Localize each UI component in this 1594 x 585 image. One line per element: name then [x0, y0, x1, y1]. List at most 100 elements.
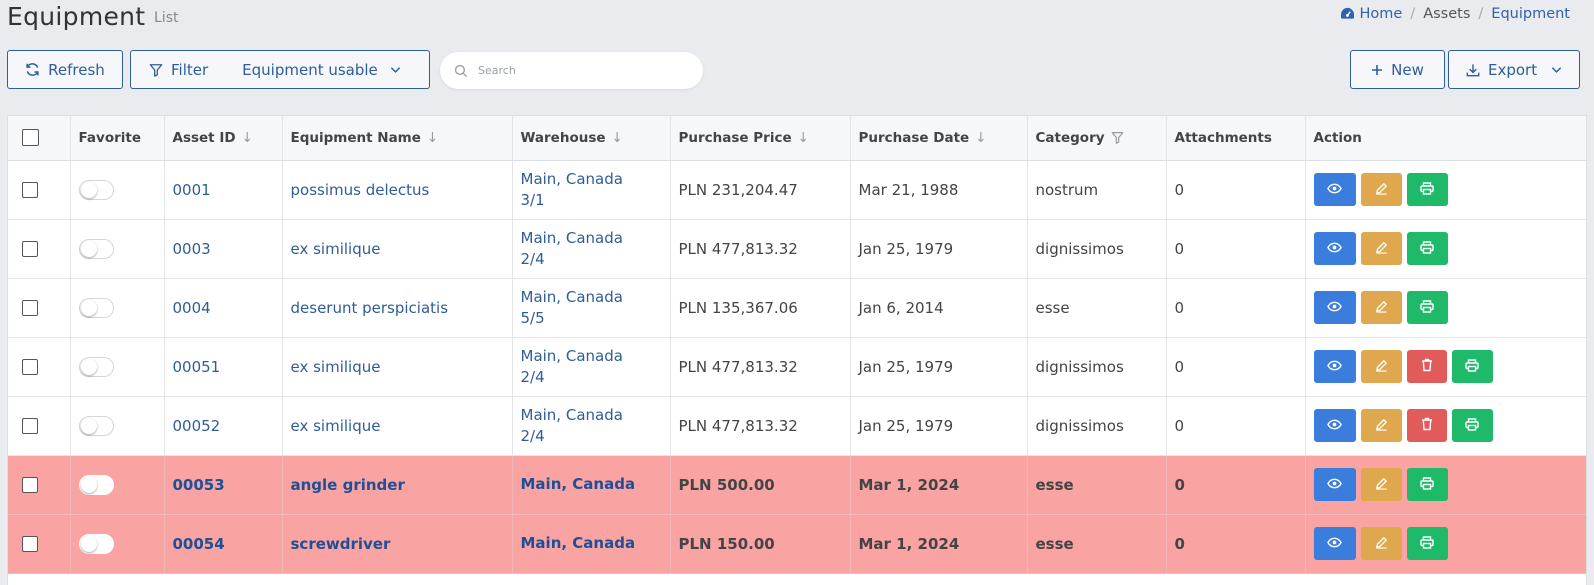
eye-icon [1327, 536, 1342, 551]
asset-id-link[interactable]: 00051 [173, 358, 221, 376]
asset-id-link[interactable]: 0003 [173, 240, 211, 258]
edit-button[interactable] [1360, 409, 1402, 442]
view-button[interactable] [1313, 527, 1356, 560]
favorite-toggle[interactable] [78, 474, 114, 495]
select-cell [8, 278, 71, 338]
sort-arrow-icon[interactable]: ↓ [975, 130, 986, 146]
table-row[interactable]: 0004 deserunt perspiciatis Main, Canada 5/5… [8, 278, 1586, 338]
favorite-toggle[interactable] [78, 179, 114, 200]
favorite-toggle[interactable] [78, 238, 114, 259]
edit-button[interactable] [1360, 291, 1402, 324]
column-action: Action [1305, 116, 1586, 161]
print-button[interactable] [1406, 173, 1448, 206]
equipment-name-link[interactable]: ex similique [291, 417, 381, 435]
warehouse-link[interactable]: Main, Canada [521, 533, 670, 554]
row-checkbox[interactable] [22, 359, 38, 375]
sort-arrow-icon[interactable]: ↓ [242, 130, 253, 146]
column-purchase-date[interactable]: Purchase Date ↓ [850, 116, 1028, 161]
table-row[interactable]: 0001 possimus delectus Main, Canada 3/1 PLN … [8, 160, 1586, 220]
view-button[interactable] [1313, 409, 1356, 442]
table-row[interactable]: 00051 ex similique Main, Canada 2/4 PLN 477,… [8, 337, 1586, 397]
table-row[interactable]: 00053 angle grinder Main, Canada PLN 500.00… [8, 455, 1586, 515]
warehouse-link[interactable]: Main, Canada 2/4 [521, 228, 670, 270]
favorite-toggle[interactable] [78, 533, 114, 554]
asset-id-link[interactable]: 00054 [173, 535, 225, 553]
row-checkbox[interactable] [22, 536, 38, 552]
equipment-name-link[interactable]: ex similique [291, 240, 381, 258]
table-row[interactable]: 00052 ex similique Main, Canada 2/4 PLN 477,… [8, 396, 1586, 456]
equipment-name-link[interactable]: possimus delectus [291, 181, 430, 199]
column-purchase-price[interactable]: Purchase Price ↓ [670, 116, 851, 161]
asset-id-link[interactable]: 0004 [173, 299, 211, 317]
view-button[interactable] [1313, 232, 1356, 265]
view-button[interactable] [1313, 350, 1356, 383]
table-row[interactable]: 00054 screwdriver Main, Canada PLN 150.00 Ma… [8, 514, 1586, 574]
column-asset-id[interactable]: Asset ID ↓ [164, 116, 283, 161]
breadcrumb-assets[interactable]: Assets [1423, 6, 1470, 22]
column-equipment-name[interactable]: Equipment Name ↓ [282, 116, 513, 161]
column-category[interactable]: Category [1027, 116, 1167, 161]
view-button[interactable] [1313, 468, 1356, 501]
select-cell [8, 396, 71, 456]
breadcrumb-home[interactable]: Home [1359, 6, 1402, 22]
delete-button[interactable] [1406, 409, 1447, 442]
print-button[interactable] [1451, 350, 1493, 383]
category-cell: dignissimos [1027, 219, 1167, 279]
warehouse-link[interactable]: Main, Canada 3/1 [521, 169, 670, 211]
favorite-toggle[interactable] [78, 297, 114, 318]
new-button[interactable]: New [1350, 50, 1445, 89]
filter-icon [149, 63, 163, 77]
print-button[interactable] [1451, 409, 1493, 442]
refresh-button[interactable]: Refresh [7, 50, 123, 89]
select-all-checkbox[interactable] [22, 129, 39, 147]
eye-icon [1327, 241, 1342, 256]
print-button[interactable] [1406, 291, 1448, 324]
equipment-name-link[interactable]: angle grinder [291, 476, 405, 494]
edit-button[interactable] [1360, 527, 1402, 560]
row-checkbox[interactable] [22, 241, 38, 257]
edit-button[interactable] [1360, 468, 1402, 501]
column-label: Warehouse [520, 129, 606, 146]
filter-button[interactable]: Filter Equipment usable [130, 50, 430, 89]
edit-button[interactable] [1360, 350, 1402, 383]
asset-id-link[interactable]: 00053 [173, 476, 225, 494]
action-cell [1305, 219, 1586, 279]
warehouse-link[interactable]: Main, Canada 5/5 [521, 287, 670, 329]
print-button[interactable] [1406, 527, 1448, 560]
warehouse-link[interactable]: Main, Canada [521, 474, 670, 495]
equipment-name-link[interactable]: screwdriver [291, 535, 391, 553]
asset-id-link[interactable]: 00052 [173, 417, 221, 435]
warehouse-link[interactable]: Main, Canada 2/4 [521, 405, 670, 447]
edit-button[interactable] [1360, 173, 1402, 206]
favorite-toggle[interactable] [78, 415, 114, 436]
sort-arrow-icon[interactable]: ↓ [612, 130, 623, 146]
warehouse-link[interactable]: Main, Canada 2/4 [521, 346, 670, 388]
row-checkbox[interactable] [22, 418, 38, 434]
chevron-down-icon[interactable] [1551, 66, 1562, 74]
table-row[interactable]: 0003 ex similique Main, Canada 2/4 PLN 477,8… [8, 219, 1586, 279]
favorite-toggle[interactable] [78, 356, 114, 377]
view-button[interactable] [1313, 173, 1356, 206]
delete-button[interactable] [1406, 350, 1447, 383]
asset-id-link[interactable]: 0001 [173, 181, 211, 199]
refresh-icon [26, 63, 39, 76]
view-button[interactable] [1313, 291, 1356, 324]
breadcrumb-current[interactable]: Equipment [1491, 6, 1570, 22]
column-warehouse[interactable]: Warehouse ↓ [512, 116, 671, 161]
warehouse-cell: Main, Canada 3/1 [512, 160, 671, 220]
equipment-name-link[interactable]: deserunt perspiciatis [291, 299, 449, 317]
search-input[interactable] [478, 64, 678, 77]
print-button[interactable] [1406, 232, 1448, 265]
printer-icon [1420, 299, 1434, 316]
row-checkbox[interactable] [22, 477, 38, 493]
row-checkbox[interactable] [22, 182, 38, 198]
filter-icon[interactable] [1111, 131, 1124, 144]
asset-id-cell: 00051 [164, 337, 283, 397]
row-checkbox[interactable] [22, 300, 38, 316]
sort-arrow-icon[interactable]: ↓ [798, 130, 809, 146]
print-button[interactable] [1406, 468, 1448, 501]
export-button[interactable]: Export [1448, 50, 1580, 89]
edit-button[interactable] [1360, 232, 1402, 265]
equipment-name-link[interactable]: ex similique [291, 358, 381, 376]
sort-arrow-icon[interactable]: ↓ [427, 130, 438, 146]
